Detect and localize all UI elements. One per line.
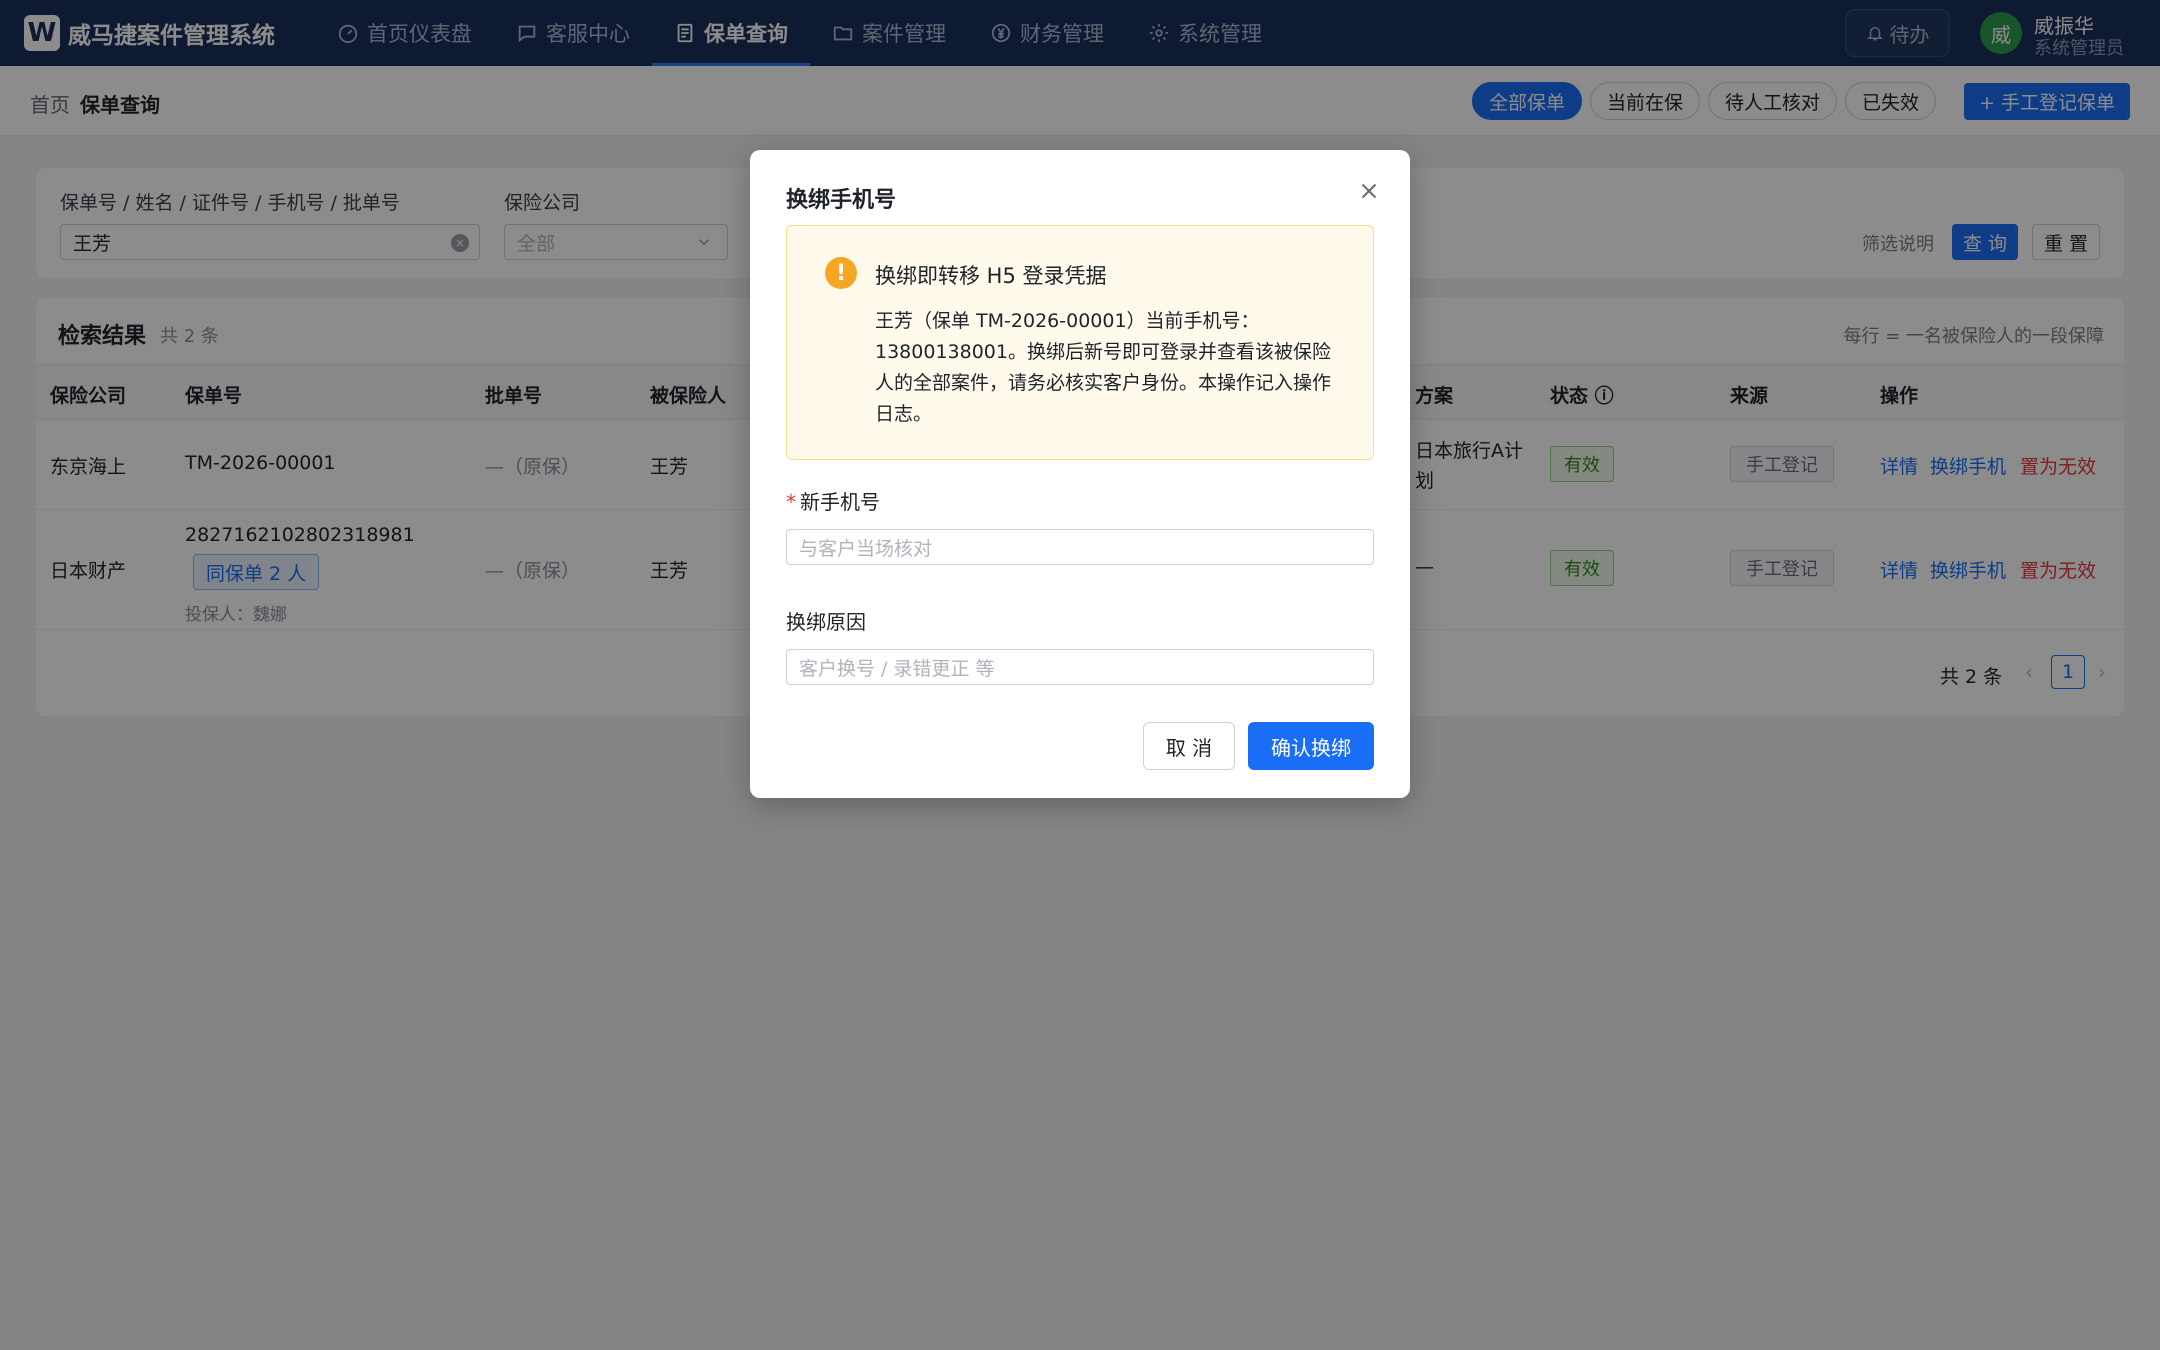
new-phone-label: * 新手机号 <box>786 486 880 515</box>
reason-label: 换绑原因 <box>786 610 866 634</box>
warning-alert: ! 换绑即转移 H5 登录凭据 王芳（保单 TM-2026-00001）当前手机… <box>786 225 1374 460</box>
new-phone-input[interactable]: 与客户当场核对 <box>786 529 1374 565</box>
warning-body: 王芳（保单 TM-2026-00001）当前手机号：13800138001。换绑… <box>875 310 1332 425</box>
close-icon[interactable] <box>1356 178 1382 204</box>
new-phone-placeholder: 与客户当场核对 <box>799 537 933 560</box>
rebind-phone-dialog: 换绑手机号 ! 换绑即转移 H5 登录凭据 王芳（保单 TM-2026-0000… <box>750 150 1410 798</box>
warning-title: 换绑即转移 H5 登录凭据 <box>875 264 1107 288</box>
reason-input[interactable]: 客户换号 / 录错更正 等 <box>786 649 1374 685</box>
reason-placeholder: 客户换号 / 录错更正 等 <box>799 657 995 680</box>
warning-icon: ! <box>825 257 857 289</box>
dialog-title: 换绑手机号 <box>786 188 897 213</box>
required-mark: * <box>786 490 796 514</box>
cancel-button[interactable]: 取 消 <box>1143 722 1235 770</box>
confirm-rebind-button[interactable]: 确认换绑 <box>1248 722 1374 770</box>
new-phone-label-text: 新手机号 <box>800 490 880 514</box>
